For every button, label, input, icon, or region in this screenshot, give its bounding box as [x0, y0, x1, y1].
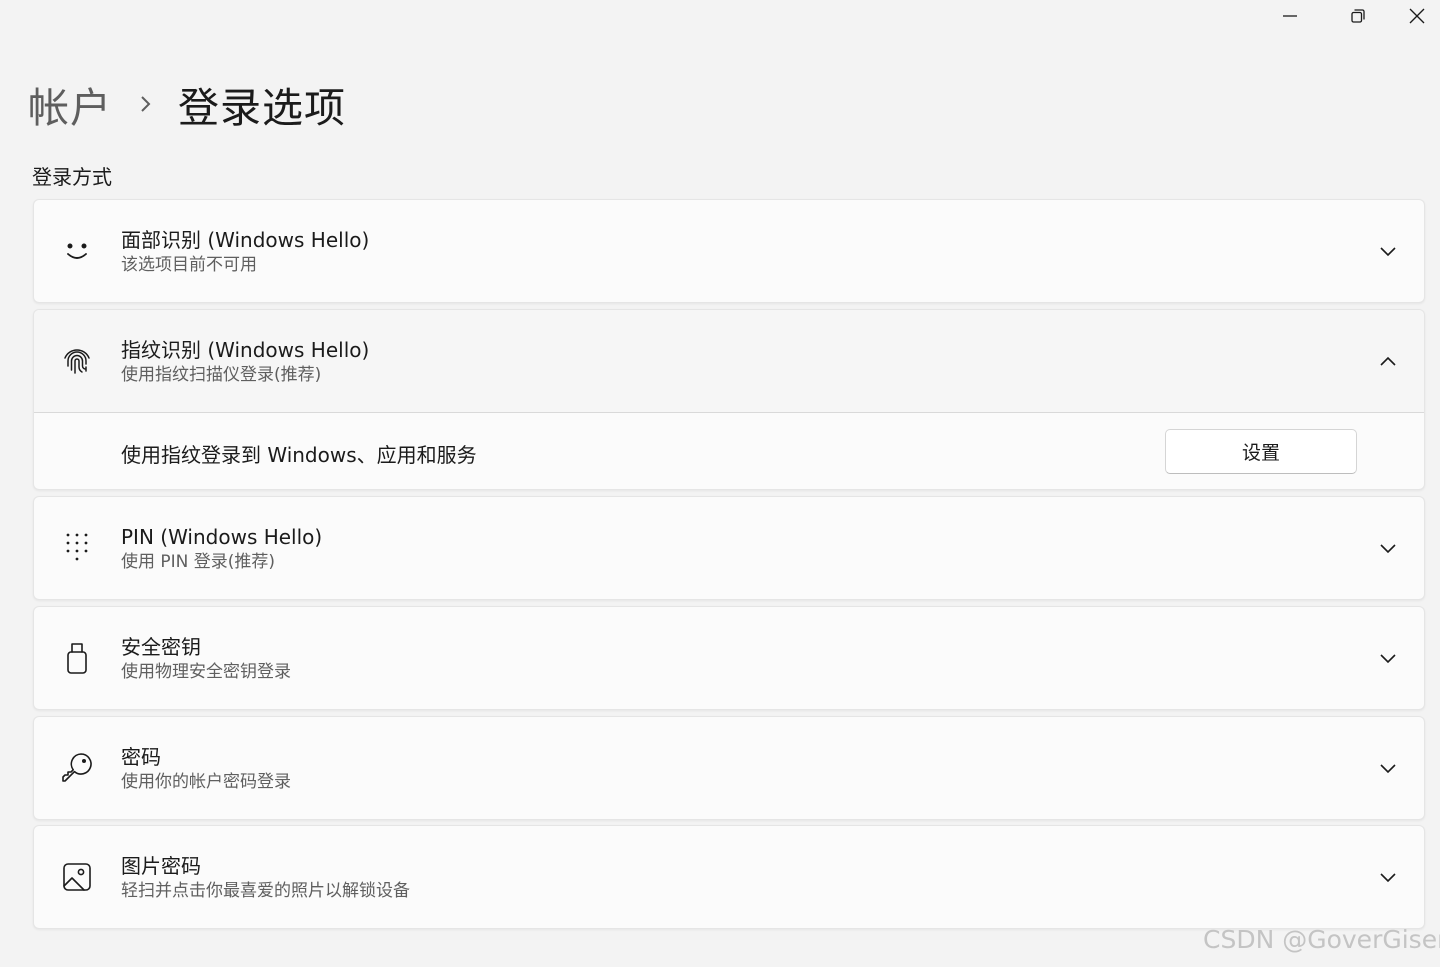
- watermark: CSDN @GoverGiser: [1203, 925, 1440, 954]
- breadcrumb-parent-link[interactable]: 帐户: [28, 74, 112, 134]
- chevron-down-icon[interactable]: [1376, 537, 1400, 559]
- card-security-key: 安全密钥 使用物理安全密钥登录: [33, 606, 1425, 710]
- card-password-header[interactable]: 密码 使用你的帐户密码登录: [34, 717, 1424, 819]
- card-fingerprint-body: 使用指纹登录到 Windows、应用和服务 设置: [34, 413, 1424, 489]
- page-title: 登录选项: [178, 84, 346, 132]
- breadcrumb-chevron-right-icon: [140, 95, 152, 113]
- close-button[interactable]: [1393, 0, 1440, 32]
- chevron-down-icon[interactable]: [1376, 647, 1400, 669]
- card-title: PIN (Windows Hello): [121, 525, 323, 549]
- card-face-recognition-header[interactable]: 面部识别 (Windows Hello) 该选项目前不可用: [34, 200, 1424, 302]
- card-title: 密码: [121, 745, 161, 769]
- card-title: 面部识别 (Windows Hello): [121, 228, 370, 252]
- card-subtitle: 使用 PIN 登录(推荐): [121, 552, 276, 572]
- smiley-face-icon: [60, 231, 94, 271]
- card-picture-password-header[interactable]: 图片密码 轻扫并点击你最喜爱的照片以解锁设备: [34, 826, 1424, 928]
- minimize-icon: [1283, 15, 1297, 17]
- card-subtitle: 轻扫并点击你最喜爱的照片以解锁设备: [121, 881, 410, 901]
- card-title: 安全密钥: [121, 635, 201, 659]
- card-security-key-header[interactable]: 安全密钥 使用物理安全密钥登录: [34, 607, 1424, 709]
- keypad-icon: [60, 528, 94, 568]
- card-pin-header[interactable]: PIN (Windows Hello) 使用 PIN 登录(推荐): [34, 497, 1424, 599]
- image-icon: [60, 857, 94, 897]
- card-title: 图片密码: [121, 854, 201, 878]
- card-fingerprint: 指纹识别 (Windows Hello) 使用指纹扫描仪登录(推荐) 使用指纹登…: [33, 309, 1425, 490]
- section-title: 登录方式: [32, 165, 112, 189]
- card-picture-password: 图片密码 轻扫并点击你最喜爱的照片以解锁设备: [33, 825, 1425, 929]
- usb-key-icon: [60, 638, 94, 678]
- fingerprint-icon: [60, 341, 94, 381]
- restore-icon: [1351, 9, 1365, 23]
- chevron-down-icon[interactable]: [1376, 866, 1400, 888]
- card-subtitle: 该选项目前不可用: [121, 255, 257, 275]
- card-fingerprint-header[interactable]: 指纹识别 (Windows Hello) 使用指纹扫描仪登录(推荐): [34, 310, 1424, 413]
- key-icon: [60, 748, 94, 788]
- setup-button[interactable]: 设置: [1165, 429, 1357, 474]
- minimize-button[interactable]: [1256, 0, 1324, 32]
- card-subtitle: 使用指纹扫描仪登录(推荐): [121, 365, 322, 385]
- card-face-recognition: 面部识别 (Windows Hello) 该选项目前不可用: [33, 199, 1425, 303]
- chevron-up-icon[interactable]: [1376, 350, 1400, 372]
- card-title: 指纹识别 (Windows Hello): [121, 338, 370, 362]
- card-subtitle: 使用物理安全密钥登录: [121, 662, 291, 682]
- restore-button[interactable]: [1324, 0, 1392, 32]
- breadcrumb: 帐户 登录选项: [28, 76, 346, 132]
- card-password: 密码 使用你的帐户密码登录: [33, 716, 1425, 820]
- close-icon: [1409, 8, 1424, 24]
- fingerprint-setup-label: 使用指纹登录到 Windows、应用和服务: [121, 443, 477, 467]
- chevron-down-icon[interactable]: [1376, 240, 1400, 262]
- card-pin: PIN (Windows Hello) 使用 PIN 登录(推荐): [33, 496, 1425, 600]
- card-subtitle: 使用你的帐户密码登录: [121, 772, 291, 792]
- chevron-down-icon[interactable]: [1376, 757, 1400, 779]
